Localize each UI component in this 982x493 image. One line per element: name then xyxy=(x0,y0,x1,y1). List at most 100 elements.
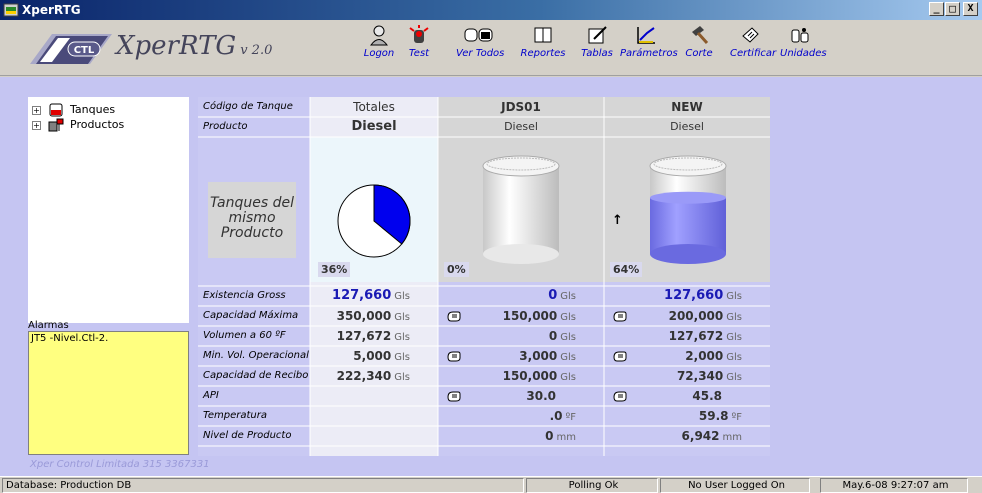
tank-level-surface xyxy=(650,191,726,204)
maximize-button[interactable]: □ xyxy=(945,2,960,16)
hand-pointer-icon[interactable] xyxy=(612,309,628,323)
corte-label: Corte xyxy=(685,48,713,59)
navigation-tree[interactable]: + Tanques + Productos xyxy=(28,97,189,323)
same-product-box[interactable]: Tanques del mismo Producto xyxy=(208,182,296,258)
row-header-level: Nivel de Producto xyxy=(203,430,292,441)
totals-volume-60: 127,672 Gls xyxy=(310,326,438,346)
expand-icon[interactable]: + xyxy=(32,120,41,130)
tank-temperature: 59.8 ºF xyxy=(604,406,770,426)
unit-text: Gls xyxy=(394,291,410,302)
title-bar[interactable]: XperRTG _ □ X xyxy=(0,0,982,20)
unit-text: mm xyxy=(722,432,742,443)
app-window: XperRTG _ □ X CTL XperRTG v 2.0 Logon Tes… xyxy=(0,0,982,493)
unidades-button[interactable]: Unidades xyxy=(780,24,827,72)
app-version: v 2.0 xyxy=(240,43,273,58)
value-text: 30.0 xyxy=(526,389,556,403)
unit-text: Gls xyxy=(560,332,576,343)
parameters-icon xyxy=(637,27,655,44)
value-text: 45.8 xyxy=(692,389,722,403)
test-button[interactable]: Test xyxy=(404,24,434,72)
tank-max-capacity[interactable]: 200,000 Gls xyxy=(604,306,770,326)
parametros-label: Parámetros xyxy=(620,48,678,59)
value-text: 127,672 xyxy=(336,329,392,343)
main-area: + Tanques + Productos Alarmas JT5 -Nivel… xyxy=(0,77,982,476)
tank-api[interactable]: 45.8 xyxy=(604,386,770,406)
ver-todos-button[interactable]: Ver Todos xyxy=(456,24,505,72)
logon-button[interactable]: Logon xyxy=(362,24,396,72)
hand-pointer-icon[interactable] xyxy=(446,309,462,323)
value-text: .0 xyxy=(549,409,563,423)
row-header-gross: Existencia Gross xyxy=(203,290,286,301)
minimize-button[interactable]: _ xyxy=(929,2,944,16)
row-header-min-vol: Min. Vol. Operacional xyxy=(203,350,309,361)
level-up-arrow-icon: ↑ xyxy=(612,213,623,228)
reportes-button[interactable]: Reportes xyxy=(520,24,566,72)
totals-product: Diesel xyxy=(351,119,397,134)
unit-text: Gls xyxy=(726,291,742,302)
unit-text: Gls xyxy=(726,312,742,323)
row-header-max-capacity: Capacidad Máxima xyxy=(203,310,299,321)
app-name-text: XperRTG xyxy=(116,31,237,61)
tank-product: Diesel xyxy=(504,120,538,133)
parametros-button[interactable]: Parámetros xyxy=(620,24,678,72)
tank-min-vol[interactable]: 2,000 Gls xyxy=(604,346,770,366)
hand-pointer-icon[interactable] xyxy=(446,389,462,403)
row-header-temperature: Temperatura xyxy=(203,410,268,421)
tank-level: 0 mm xyxy=(438,426,604,446)
tree-item-tanques[interactable]: + Tanques xyxy=(32,103,115,117)
corte-button[interactable]: Corte xyxy=(684,24,714,72)
alarm-entry[interactable]: JT5 -Nivel.Ctl-2. xyxy=(31,333,186,344)
totals-min-vol: 5,000 Gls xyxy=(310,346,438,366)
tank-body xyxy=(483,166,559,254)
tank-level: 6,942 mm xyxy=(604,426,770,446)
tank-graphic xyxy=(649,155,727,264)
value-text: 2,000 xyxy=(685,349,724,363)
close-button[interactable]: X xyxy=(963,2,978,16)
tablas-button[interactable]: Tablas xyxy=(580,24,614,72)
alarms-panel[interactable]: JT5 -Nivel.Ctl-2. xyxy=(28,331,189,455)
hand-pointer-icon[interactable] xyxy=(446,349,462,363)
value-text: 222,340 xyxy=(336,369,392,383)
certificar-label: Certificar xyxy=(730,48,777,59)
unidades-label: Unidades xyxy=(780,48,827,59)
logo-text: CTL xyxy=(74,45,95,56)
value-text: 6,942 xyxy=(681,429,720,443)
certify-icon xyxy=(742,27,759,43)
value-text: 150,000 xyxy=(502,309,558,323)
resize-grip-icon[interactable] xyxy=(970,478,980,493)
tablas-label: Tablas xyxy=(581,48,613,59)
units-icon xyxy=(791,28,809,43)
tank-percent: 0% xyxy=(444,262,469,277)
tree-item-label: Productos xyxy=(70,118,125,131)
alarms-label: Alarmas xyxy=(28,320,69,331)
value-text: 0 xyxy=(548,329,558,343)
tank-api[interactable]: 30.0 xyxy=(438,386,604,406)
app-icon xyxy=(3,3,19,17)
unit-text: Gls xyxy=(560,372,576,383)
expand-icon[interactable]: + xyxy=(32,105,41,115)
tank-code-header[interactable]: JDS01 xyxy=(438,97,604,117)
ver-todos-label: Ver Todos xyxy=(456,48,505,59)
hand-pointer-icon[interactable] xyxy=(612,349,628,363)
row-header-volume-60: Volumen a 60 ºF xyxy=(203,330,286,341)
tank-min-vol[interactable]: 3,000 Gls xyxy=(438,346,604,366)
certificar-button[interactable]: Certificar xyxy=(730,24,776,72)
hand-pointer-icon[interactable] xyxy=(612,389,628,403)
tank-code-header[interactable]: NEW xyxy=(604,97,770,117)
row-header-api: API xyxy=(203,390,219,401)
unit-text: Gls xyxy=(394,312,410,323)
status-database: Database: Production DB xyxy=(2,478,524,493)
tanks-icon xyxy=(464,28,493,42)
ctl-logo: CTL xyxy=(30,34,112,64)
unit-text: Gls xyxy=(560,291,576,302)
totals-receipt-capacity: 222,340 Gls xyxy=(310,366,438,386)
window-title: XperRTG xyxy=(22,3,81,17)
value-text: 350,000 xyxy=(336,309,392,323)
product-icon xyxy=(48,118,63,132)
row-header-product: Producto xyxy=(203,121,248,132)
tree-item-productos[interactable]: + Productos xyxy=(32,118,124,132)
tank-bottom xyxy=(650,244,726,264)
reportes-label: Reportes xyxy=(520,48,566,59)
tank-max-capacity[interactable]: 150,000 Gls xyxy=(438,306,604,326)
table-edit-icon xyxy=(588,26,607,44)
